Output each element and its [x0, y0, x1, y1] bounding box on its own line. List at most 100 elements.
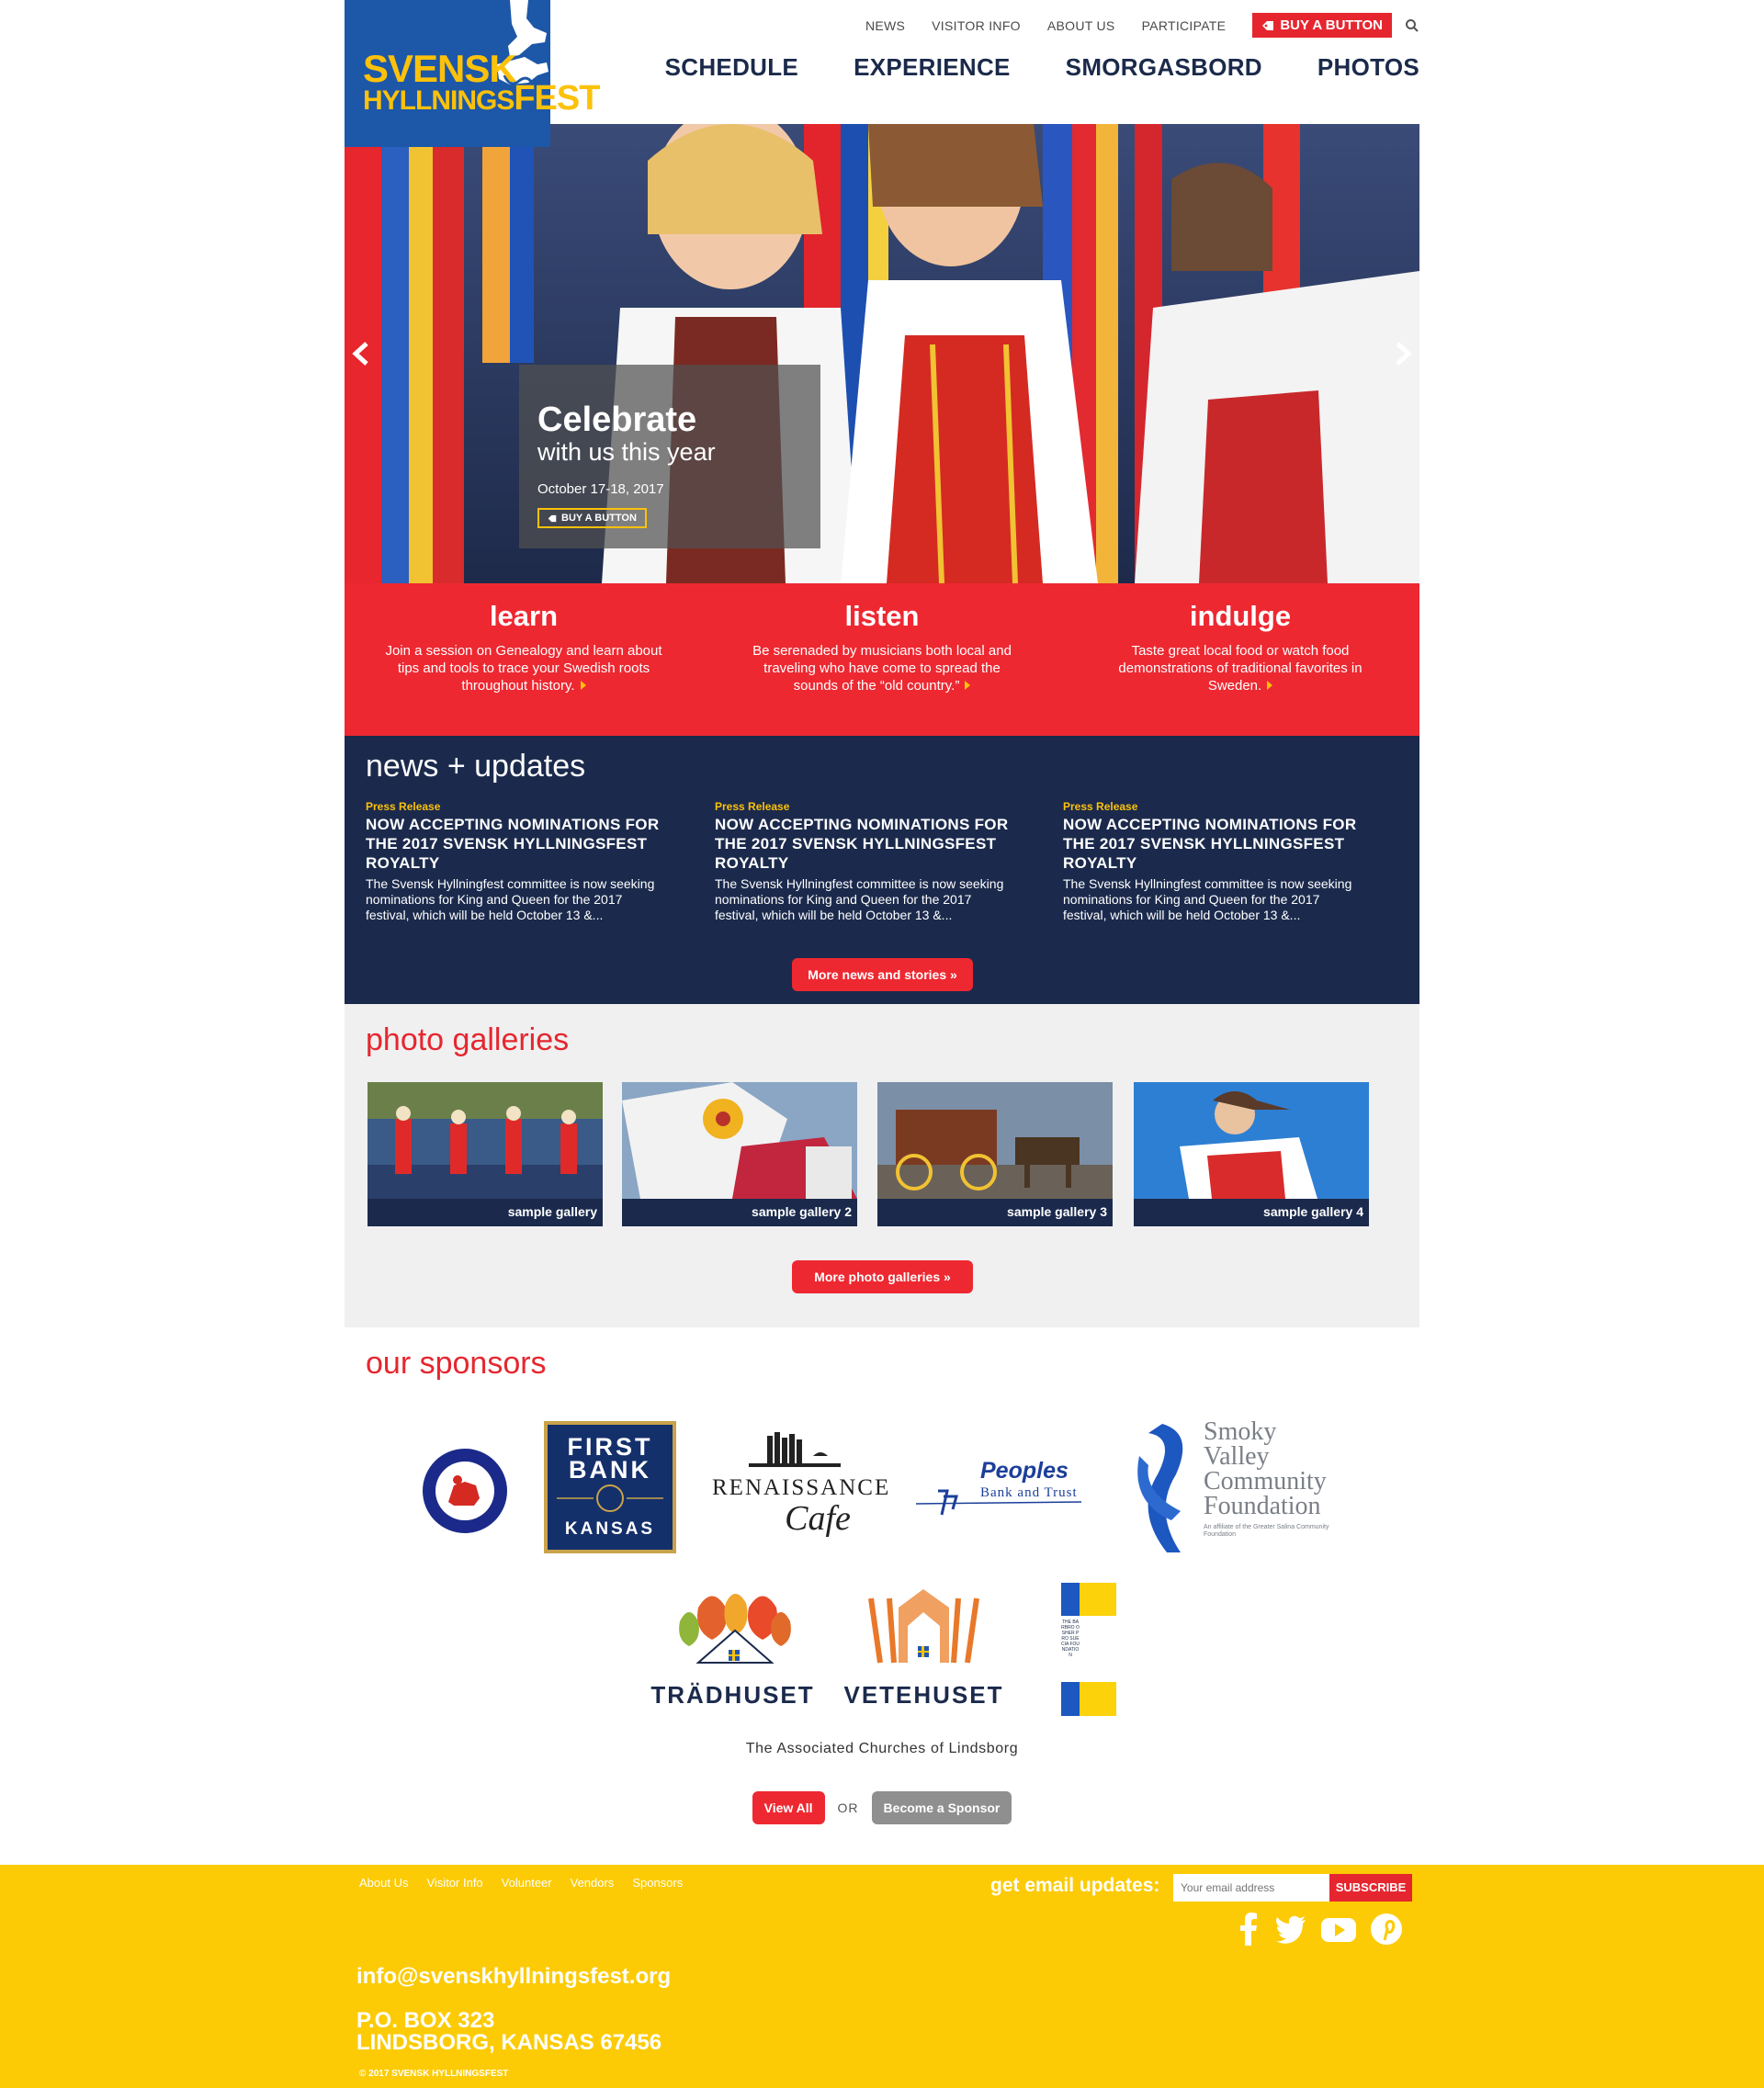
feature-indulge[interactable]: indulge Taste great local food or watch …: [1061, 583, 1419, 736]
site-footer: About Us Visitor Info Volunteer Vendors …: [0, 1865, 1764, 2088]
first-bank-emblem: [557, 1484, 663, 1512]
email-signup-input[interactable]: [1173, 1874, 1329, 1902]
footer-link-sponsors[interactable]: Sponsors: [632, 1876, 683, 1890]
hero-date: October 17-18, 2017: [537, 481, 664, 497]
hero-carousel: Celebrate with us this year October 17-1…: [345, 124, 1419, 583]
feature-title: indulge: [1189, 600, 1292, 632]
feature-text: Be serenaded by musicians both local and…: [752, 643, 1012, 694]
twitter-icon[interactable]: [1274, 1913, 1307, 1946]
feature-band: learn Join a session on Genealogy and le…: [345, 583, 1419, 736]
logo-text-svensk: SVENSK: [363, 47, 517, 90]
social-links: [1236, 1913, 1403, 1946]
gallery-thumbnail: [877, 1082, 1113, 1199]
site-header: SVENSK HYLLNINGSFEST NEWS VISITOR INFO A…: [345, 0, 1419, 147]
top-nav-visitor-info[interactable]: VISITOR INFO: [932, 18, 1021, 33]
news-headline[interactable]: NOW ACCEPTING NOMINATIONS FOR THE 2017 S…: [366, 815, 669, 873]
sponsors-title: our sponsors: [366, 1346, 547, 1381]
footer-link-volunteer[interactable]: Volunteer: [502, 1876, 552, 1890]
news-tag: Press Release: [366, 800, 441, 813]
news-headline[interactable]: NOW ACCEPTING NOMINATIONS FOR THE 2017 S…: [715, 815, 1018, 873]
news-excerpt: The Svensk Hyllningfest committee is now…: [1063, 876, 1352, 922]
site-logo[interactable]: SVENSK HYLLNINGSFEST: [345, 0, 600, 147]
sponsor-barbro-osher-foundation[interactable]: THE BARBRO OSHER PRO SUECIA FOUNDATION: [1061, 1583, 1116, 1716]
gallery-card[interactable]: sample gallery 3: [877, 1082, 1113, 1226]
sponsor-smoky-valley-foundation[interactable]: Smoky Valley Community Foundation An affili…: [1125, 1419, 1332, 1557]
sponsor-renaissance-cafe[interactable]: RENAISSANCE Cafe: [712, 1430, 891, 1550]
news-headline[interactable]: NOW ACCEPTING NOMINATIONS FOR THE 2017 S…: [1063, 815, 1366, 873]
main-nav-smorgasbord[interactable]: SMORGASBORD: [1066, 53, 1262, 82]
hero-buy-button-label: BUY A BUTTON: [561, 513, 637, 524]
news-item[interactable]: Press Release NOW ACCEPTING NOMINATIONS …: [1063, 800, 1366, 923]
top-nav-about-us[interactable]: ABOUT US: [1047, 18, 1115, 33]
top-nav-participate[interactable]: PARTICIPATE: [1142, 18, 1227, 33]
more-news-button[interactable]: More news and stories »: [792, 958, 973, 991]
sponsor-associated-churches[interactable]: The Associated Churches of Lindsborg: [345, 1741, 1419, 1757]
footer-link-vendors[interactable]: Vendors: [571, 1876, 615, 1890]
pinterest-icon[interactable]: [1370, 1913, 1403, 1946]
vetehuset-label: VETEHUSET: [843, 1681, 1004, 1709]
feature-title: learn: [489, 600, 559, 632]
youtube-icon[interactable]: [1320, 1913, 1357, 1946]
buy-a-button-top[interactable]: BUY A BUTTON: [1252, 13, 1392, 38]
wheat-house-logo: [868, 1589, 979, 1664]
search-icon[interactable]: [1405, 18, 1419, 33]
news-section: news + updates Press Release NOW ACCEPTI…: [345, 736, 1419, 1004]
gallery-card[interactable]: sample gallery 4: [1134, 1082, 1369, 1226]
main-nav-photos[interactable]: PHOTOS: [1317, 53, 1419, 82]
news-excerpt: The Svensk Hyllningfest committee is now…: [366, 876, 655, 922]
gallery-thumbnail: [368, 1082, 603, 1199]
hero-title: Celebrate: [537, 401, 697, 439]
footer-link-about-us[interactable]: About Us: [359, 1876, 408, 1890]
news-title: news + updates: [366, 749, 586, 784]
feature-text: Taste great local food or watch food dem…: [1118, 643, 1363, 694]
footer-nav: About Us Visitor Info Volunteer Vendors …: [359, 1876, 683, 1890]
gallery-thumbnail: [1134, 1082, 1369, 1199]
main-nav-experience[interactable]: EXPERIENCE: [854, 53, 1011, 82]
footer-link-visitor-info[interactable]: Visitor Info: [426, 1876, 482, 1890]
galleries-title: photo galleries: [366, 1022, 570, 1057]
logo-text-hyllningsfest: HYLLNINGSFEST: [363, 79, 600, 118]
gallery-label: sample gallery 4: [1134, 1199, 1369, 1226]
hero-buy-button[interactable]: BUY A BUTTON: [537, 508, 647, 528]
barbro-label: THE BARBRO OSHER PRO SUECIA FOUNDATION: [1061, 1620, 1080, 1658]
mailing-address: P.O. BOX 323 LINDSBORG, KANSAS 67456: [356, 2008, 662, 2055]
smoky-affiliate: An affiliate of the Greater Salina Commu…: [1204, 1524, 1329, 1538]
bookshelf-icon: [749, 1432, 841, 1467]
become-a-sponsor-button[interactable]: Become a Sponsor: [871, 1791, 1012, 1824]
arrow-right-icon: [1267, 681, 1273, 690]
subscribe-button[interactable]: SUBSCRIBE: [1329, 1874, 1412, 1902]
gallery-label: sample gallery 2: [622, 1199, 857, 1226]
feature-text: Join a session on Genealogy and learn ab…: [385, 643, 662, 694]
gallery-label: sample gallery 3: [877, 1199, 1113, 1226]
facebook-icon[interactable]: [1236, 1913, 1261, 1946]
news-item[interactable]: Press Release NOW ACCEPTING NOMINATIONS …: [366, 800, 669, 923]
main-nav: SCHEDULE EXPERIENCE SMORGASBORD PHOTOS: [610, 53, 1419, 82]
carousel-next-icon[interactable]: [1388, 340, 1416, 367]
photo-galleries-section: photo galleries sample gallery sample ga…: [345, 1004, 1419, 1327]
sponsor-first-bank-kansas[interactable]: FIRST BANK KANSAS: [544, 1421, 676, 1553]
sponsor-city-of-lindsborg[interactable]: [421, 1447, 509, 1540]
sponsor-tradhuset[interactable]: TRÄDHUSET: [643, 1589, 822, 1709]
contact-email[interactable]: info@svenskhyllningsfest.org: [356, 1964, 671, 1990]
renaissance-line1: RENAISSANCE: [712, 1475, 891, 1500]
main-nav-schedule[interactable]: SCHEDULE: [665, 53, 798, 82]
sponsor-vetehuset[interactable]: VETEHUSET: [843, 1589, 1004, 1709]
arrow-right-icon: [580, 681, 586, 690]
ticket-icon: [1262, 20, 1274, 30]
carousel-prev-icon[interactable]: [348, 340, 376, 367]
feature-learn[interactable]: learn Join a session on Genealogy and le…: [345, 583, 703, 736]
more-galleries-button[interactable]: More photo galleries »: [792, 1260, 973, 1293]
ribbon-logo: [1137, 1424, 1183, 1552]
feature-listen[interactable]: listen Be serenaded by musicians both lo…: [703, 583, 1061, 736]
gallery-label: sample gallery: [368, 1199, 603, 1226]
or-separator: OR: [837, 1800, 859, 1815]
sponsor-peoples-bank[interactable]: Peoples Bank and Trust: [915, 1458, 1082, 1522]
gallery-card[interactable]: sample gallery 2: [622, 1082, 857, 1226]
view-all-sponsors-button[interactable]: View All: [752, 1791, 825, 1824]
gallery-card[interactable]: sample gallery: [368, 1082, 603, 1226]
feature-title: listen: [844, 600, 920, 632]
renaissance-line2: Cafe: [785, 1499, 851, 1538]
top-nav-news[interactable]: NEWS: [865, 18, 905, 33]
hero-caption: Celebrate with us this year October 17-1…: [519, 365, 820, 548]
news-item[interactable]: Press Release NOW ACCEPTING NOMINATIONS …: [715, 800, 1018, 923]
